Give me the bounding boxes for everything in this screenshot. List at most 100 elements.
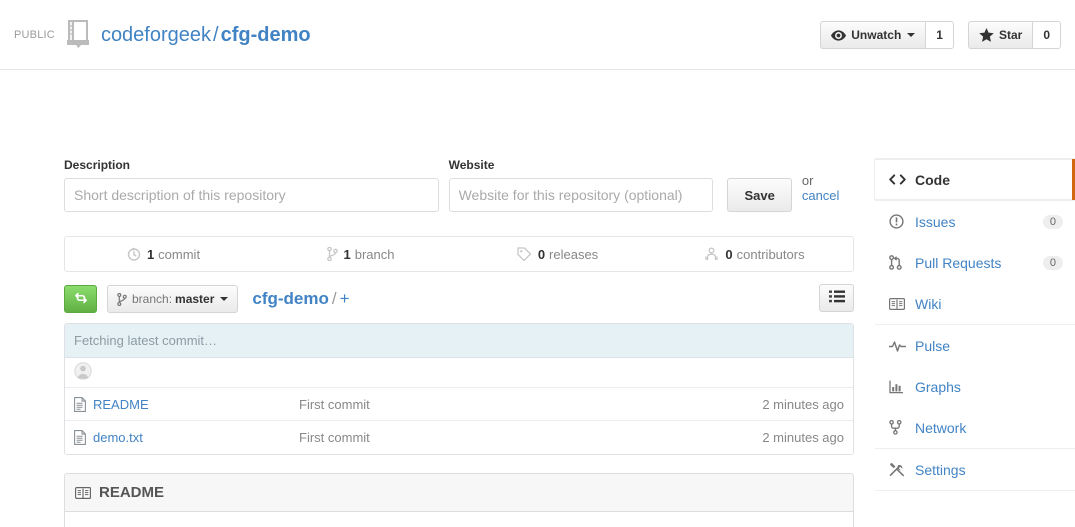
commit-message-cell: First commit [299,396,370,412]
compare-icon [74,291,88,308]
repo-name-link[interactable]: cfg-demo [221,24,311,46]
avatar [74,362,92,383]
list-icon [828,290,845,306]
tag-icon [517,247,532,261]
sidebar-group-collaboration: Issues 0 Pull Requests 0 Wiki [875,201,1075,325]
star-button-group: Star 0 [967,21,1061,49]
star-button[interactable]: Star [967,21,1033,49]
cancel-link[interactable]: cancel [802,188,840,203]
graph-icon [889,380,907,394]
releases-label: releases [549,246,599,262]
repo-book-icon [65,19,91,52]
releases-count: 0 [537,246,546,262]
sidebar-group-code: Code [874,159,1075,201]
file-list-container: Fetching latest commit… README First com… [64,323,854,455]
watch-count[interactable]: 1 [925,21,954,49]
description-label: Description [64,158,131,172]
file-name-cell: demo.txt [74,430,299,445]
issue-opened-icon [889,214,907,229]
commit-author-row [65,358,853,388]
readme-body [65,512,853,527]
commit-message-cell: First commit [299,430,370,445]
pull-requests-count-badge: 0 [1042,255,1063,270]
website-label: Website [448,158,495,172]
branch-select-button[interactable]: branch: master [107,285,239,313]
commits-label: commit [158,246,201,262]
sidebar-item-pulse[interactable]: Pulse [875,325,1075,366]
description-input[interactable] [64,178,439,212]
main-column: Description Website Save or cancel [64,158,854,527]
website-input[interactable] [448,178,714,212]
file-text-icon [74,396,86,412]
list-view-toggle-button[interactable] [819,284,854,312]
branch-prefix-label: branch: [132,292,173,306]
tools-icon [889,462,907,477]
sidebar-item-settings[interactable]: Settings [875,449,1075,490]
releases-summary[interactable]: 0 releases [459,237,656,271]
breadcrumb: cfg-demo / + [252,289,349,309]
commit-age-cell: 2 minutes ago [762,396,844,412]
fetching-commit-text: Fetching latest commit… [74,333,218,348]
network-icon [889,420,907,435]
sidebar-item-code[interactable]: Code [874,159,1075,200]
commits-count: 1 [146,246,155,262]
contributors-label: contributors [736,246,805,262]
breadcrumb-separator: / [331,289,337,308]
sidebar-item-pull-requests[interactable]: Pull Requests 0 [875,242,1075,283]
branch-name-label: master [175,292,215,306]
branches-summary[interactable]: 1 branch [262,237,459,271]
file-name-cell: README [74,397,299,412]
file-link[interactable]: README [93,397,149,412]
branch-icon [117,292,127,306]
sidebar-item-wiki[interactable]: Wiki [875,283,1075,324]
chevron-down-icon [907,33,916,37]
repo-title-separator: / [213,24,219,46]
star-label: Star [998,28,1023,42]
repo-owner-link[interactable]: codeforgeek [101,24,211,46]
sidebar-item-label: Issues [915,213,956,230]
sidebar-group-insights: Pulse Graphs Network [875,325,1075,449]
sidebar-item-label: Code [915,171,950,188]
file-link[interactable]: demo.txt [93,430,143,445]
repository-numbers-summary: 1 commit 1 branch 0 releases 0 contribut… [64,236,854,272]
compare-pull-request-button[interactable] [64,285,97,313]
repository-sidebar: Code Issues 0 Pull Requests 0 Wiki Pulse… [874,158,1075,491]
sidebar-item-network[interactable]: Network [875,407,1075,448]
readme-header: README [65,474,853,512]
sidebar-item-label: Pulse [915,337,951,354]
git-pull-request-icon [889,255,907,270]
watch-button-group: Unwatch 1 [820,21,954,49]
contributors-summary[interactable]: 0 contributors [656,237,853,271]
pulse-icon [889,340,907,352]
or-text: or [801,173,814,188]
branches-label: branch [354,246,395,262]
star-icon [979,28,994,42]
add-file-button[interactable]: + [340,289,350,308]
unwatch-button[interactable]: Unwatch [820,21,926,49]
commits-summary[interactable]: 1 commit [65,237,262,271]
sidebar-item-label: Settings [915,461,966,478]
repository-header: PUBLIC codeforgeek / cfg-demo Unwatch 1 … [0,0,1075,70]
breadcrumb-repo-link[interactable]: cfg-demo [252,289,329,308]
sidebar-item-graphs[interactable]: Graphs [875,366,1075,407]
website-field-group: Website [448,158,714,212]
repository-actions: Unwatch 1 Star 0 [806,21,1061,49]
sidebar-item-label: Wiki [915,295,942,312]
table-row[interactable]: demo.txt First commit 2 minutes ago [65,421,853,454]
contributors-count: 0 [725,246,733,262]
book-icon [889,297,907,311]
save-button[interactable]: Save [727,178,792,212]
sidebar-item-issues[interactable]: Issues 0 [875,201,1075,242]
page-title: codeforgeek / cfg-demo [101,25,311,45]
sidebar-nav: Code Issues 0 Pull Requests 0 Wiki Pulse… [874,158,1075,491]
chevron-down-icon [220,297,229,301]
edit-repository-details-form: Description Website Save or cancel [64,158,854,212]
commit-age-cell: 2 minutes ago [762,430,844,445]
table-row[interactable]: README First commit 2 minutes ago [65,388,853,421]
readme-title: README [99,484,165,501]
sidebar-item-label: Graphs [915,378,961,395]
star-count[interactable]: 0 [1032,21,1061,49]
repository-identity: PUBLIC codeforgeek / cfg-demo [14,0,311,70]
file-text-icon [74,430,86,445]
sidebar-item-label: Network [915,419,967,436]
